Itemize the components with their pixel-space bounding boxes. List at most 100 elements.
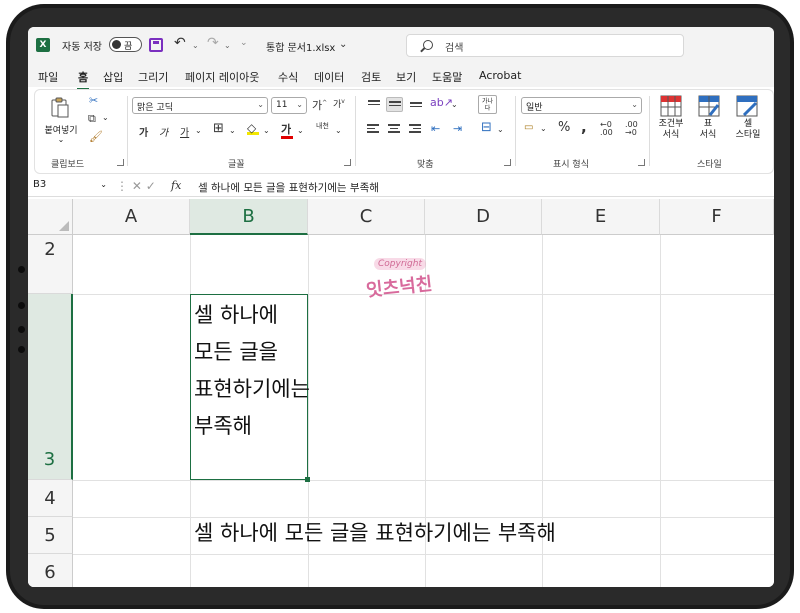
percent-style-icon[interactable]: % [558, 120, 570, 135]
font-name-select[interactable]: 맑은 고딕 ⌄ [132, 97, 268, 114]
align-left-icon[interactable] [365, 121, 382, 136]
column-header-f[interactable]: F [660, 199, 774, 235]
chevron-down-icon[interactable]: ⌄ [297, 126, 304, 135]
merge-center-icon[interactable]: ⊟ [481, 120, 492, 135]
font-color-icon[interactable]: 가 [281, 121, 293, 139]
align-top-icon[interactable] [365, 97, 382, 112]
tab-data[interactable]: 데이터 [314, 69, 344, 85]
insert-function-button[interactable]: fx [171, 179, 181, 192]
chevron-down-icon[interactable]: ⌄ [451, 100, 458, 109]
redo-icon[interactable]: ↷ [207, 35, 219, 51]
increase-font-icon[interactable]: 가^ [312, 97, 327, 113]
customize-qat-icon[interactable]: ⌄ [240, 38, 248, 48]
tab-file[interactable]: 파일 [38, 69, 58, 85]
column-header-b[interactable]: B [190, 199, 308, 235]
phonetic-icon[interactable]: 내천 [316, 122, 329, 130]
tab-acrobat[interactable]: Acrobat [479, 69, 521, 82]
number-format-select[interactable]: 일반 ⌄ [521, 97, 642, 114]
cell-styles-icon[interactable] [736, 95, 758, 117]
clipboard-launcher-icon[interactable] [117, 159, 124, 166]
conditional-formatting-icon[interactable] [660, 95, 682, 117]
row-header-6[interactable]: 6 [28, 554, 73, 587]
decrease-font-icon[interactable]: 가v [333, 97, 345, 110]
tab-help[interactable]: 도움말 [432, 69, 462, 85]
tab-formulas[interactable]: 수식 [278, 69, 298, 85]
row-header-4[interactable]: 4 [28, 480, 73, 517]
file-name[interactable]: 통합 문서1.xlsx [266, 39, 335, 54]
cancel-icon[interactable]: ✕ [132, 179, 142, 193]
accounting-format-icon[interactable]: ▭ [524, 122, 533, 133]
tab-draw[interactable]: 그리기 [138, 69, 168, 85]
row-header-3[interactable]: 3 [28, 294, 73, 480]
row-header-5[interactable]: 5 [28, 517, 73, 554]
chevron-down-icon[interactable]: ⌄ [335, 126, 342, 135]
save-icon[interactable] [149, 38, 163, 52]
conditional-formatting-label[interactable]: 조건부 서식 [651, 119, 691, 141]
search-box[interactable]: 검색 [406, 34, 684, 57]
orientation-icon[interactable]: ab↗ [430, 96, 453, 109]
borders-icon[interactable]: ⊞ [213, 121, 224, 136]
enter-icon[interactable]: ✓ [146, 179, 156, 193]
column-header-e[interactable]: E [542, 199, 660, 235]
italic-button[interactable]: 가 [159, 124, 168, 139]
select-all-button[interactable] [28, 199, 73, 235]
decrease-decimal-icon[interactable]: .00 →0 [625, 121, 638, 137]
tab-review[interactable]: 검토 [361, 69, 381, 85]
watermark-copyright: Copyright [374, 258, 426, 270]
autosave-toggle[interactable]: 끔 [109, 37, 142, 52]
fill-color-icon[interactable]: ◇ [247, 121, 259, 135]
format-painter-icon[interactable]: 🖌 [89, 130, 103, 143]
cut-icon[interactable]: ✂ [89, 94, 98, 107]
column-header-c[interactable]: C [308, 199, 425, 235]
chevron-down-icon[interactable]: ⌄ [263, 126, 270, 135]
increase-decimal-icon[interactable]: ←0.00 [600, 121, 613, 137]
column-header-a[interactable]: A [73, 199, 190, 235]
chevron-down-icon[interactable]: ⌄ [339, 39, 347, 50]
chevron-down-icon[interactable]: ⌄ [229, 126, 236, 135]
align-center-icon[interactable] [386, 121, 403, 136]
align-bottom-icon[interactable] [407, 97, 424, 112]
undo-icon[interactable]: ↶ [174, 35, 186, 51]
styles-group-label: 스타일 [697, 160, 722, 170]
chevron-down-icon[interactable]: ⌄ [57, 135, 65, 144]
comma-style-icon[interactable]: , [581, 118, 587, 136]
cell-b5-text[interactable]: 셀 하나에 모든 글을 표현하기에는 부족해 [194, 517, 556, 547]
paste-icon[interactable] [49, 96, 71, 118]
format-as-table-label[interactable]: 표 서식 [688, 119, 728, 141]
align-middle-icon[interactable] [386, 97, 403, 112]
tab-view[interactable]: 보기 [396, 69, 416, 85]
name-box[interactable]: B3 ⌄ [31, 179, 111, 195]
bold-button[interactable]: 가 [139, 124, 148, 139]
tab-home[interactable]: 홈 [76, 69, 90, 90]
font-color-letter: 가 [281, 123, 292, 136]
formula-input[interactable]: 셀 하나에 모든 글을 표현하기에는 부족해 [198, 180, 379, 195]
align-right-icon[interactable] [407, 121, 424, 136]
cell-styles-label[interactable]: 셀 스타일 [726, 119, 770, 141]
copy-icon[interactable]: ⧉ [88, 112, 96, 126]
font-launcher-icon[interactable] [344, 159, 351, 166]
chevron-down-icon[interactable]: ⌄ [540, 124, 547, 133]
chevron-down-icon[interactable]: ⌄ [497, 125, 504, 134]
underline-button[interactable]: 가 [180, 124, 189, 139]
number-launcher-icon[interactable] [638, 159, 645, 166]
wrap-text-button[interactable]: 가나 다 [478, 95, 497, 114]
camera-dot [18, 326, 25, 333]
tab-page-layout[interactable]: 페이지 레이아웃 [185, 69, 259, 85]
tab-insert[interactable]: 삽입 [103, 69, 123, 85]
number-format-value: 일반 [526, 103, 543, 113]
font-size-select[interactable]: 11 ⌄ [271, 97, 307, 114]
chevron-down-icon[interactable]: ⌄ [102, 113, 109, 122]
column-header-d[interactable]: D [425, 199, 542, 235]
chevron-down-icon[interactable]: ⌄ [192, 41, 199, 50]
chevron-down-icon[interactable]: ⌄ [195, 126, 202, 135]
formula-bar-controls: ⋮ ✕ ✓ [116, 179, 156, 193]
chevron-down-icon[interactable]: ⌄ [224, 41, 231, 50]
font-name-value: 맑은 고딕 [137, 103, 173, 113]
row-header-2[interactable]: 2 [28, 235, 73, 294]
format-as-table-icon[interactable] [698, 95, 720, 117]
alignment-launcher-icon[interactable] [504, 159, 511, 166]
fill-handle[interactable] [305, 477, 310, 482]
decrease-indent-icon[interactable]: ⇤ [431, 122, 440, 135]
increase-indent-icon[interactable]: ⇥ [453, 122, 462, 135]
autosave-state: 끔 [124, 42, 133, 52]
